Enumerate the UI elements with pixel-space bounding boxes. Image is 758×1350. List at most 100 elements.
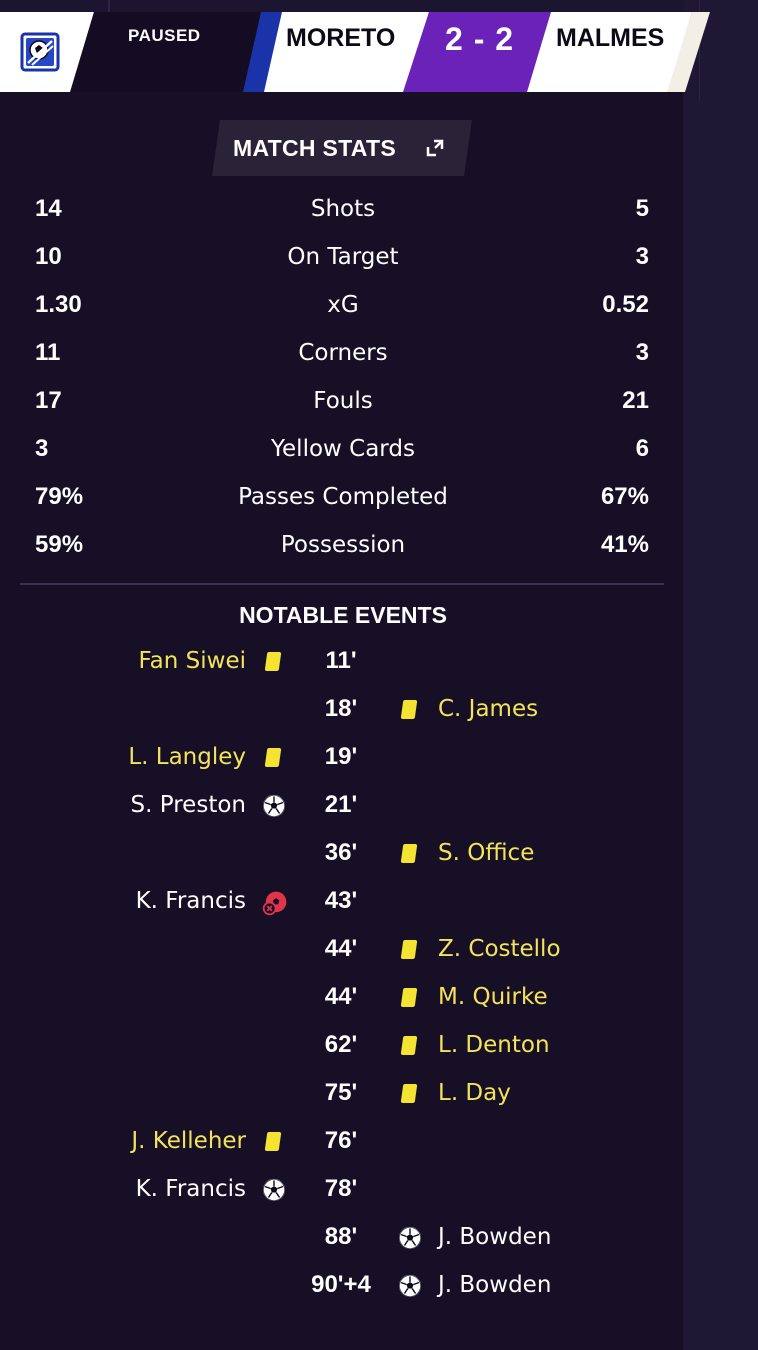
yellow-card-icon bbox=[398, 986, 422, 1010]
stat-home-value: 10 bbox=[35, 243, 62, 270]
stat-away-value: 3 bbox=[635, 243, 649, 270]
yellow-card-shape bbox=[400, 1036, 418, 1055]
stat-row: 14 Shots 5 bbox=[0, 194, 683, 242]
event-player-name[interactable]: C. James bbox=[438, 694, 538, 724]
event-player-name[interactable]: S. Office bbox=[438, 838, 534, 868]
stat-away-value: 5 bbox=[635, 195, 649, 222]
event-minute: 21' bbox=[324, 791, 358, 818]
expand-icon[interactable] bbox=[424, 137, 446, 159]
football-icon bbox=[262, 794, 286, 818]
stat-home-value: 14 bbox=[35, 195, 62, 222]
stat-away-value: 3 bbox=[635, 339, 649, 366]
yellow-card-shape bbox=[400, 700, 418, 719]
stat-label: Fouls bbox=[313, 388, 373, 414]
event-player-name[interactable]: L. Day bbox=[438, 1078, 511, 1108]
event-player-name[interactable]: K. Francis bbox=[136, 886, 246, 916]
yellow-card-icon bbox=[262, 1130, 286, 1154]
stat-label: Passes Completed bbox=[238, 484, 448, 510]
event-row: K. Francis 43' bbox=[0, 886, 683, 934]
stat-away-value: 41% bbox=[600, 531, 649, 558]
event-row: S. Office 36' bbox=[0, 838, 683, 886]
stat-home-value: 79% bbox=[35, 483, 84, 510]
stat-away-value: 0.52 bbox=[602, 291, 649, 318]
event-row: K. Francis 78' bbox=[0, 1174, 683, 1222]
event-minute: 19' bbox=[324, 743, 358, 770]
stat-row: 79% Passes Completed 67% bbox=[0, 482, 683, 530]
yellow-card-icon bbox=[398, 1082, 422, 1106]
stat-home-value: 11 bbox=[35, 339, 61, 366]
event-minute: 76' bbox=[324, 1127, 358, 1154]
event-player-name[interactable]: J. Bowden bbox=[438, 1222, 551, 1252]
stat-label: Corners bbox=[298, 340, 388, 366]
event-row: L. Denton 62' bbox=[0, 1030, 683, 1078]
match-status-area bbox=[70, 12, 270, 92]
event-player-name[interactable]: K. Francis bbox=[136, 1174, 246, 1204]
event-row: J. Kelleher 76' bbox=[0, 1126, 683, 1174]
yellow-card-icon bbox=[398, 842, 422, 866]
stat-row: 10 On Target 3 bbox=[0, 242, 683, 290]
event-row: L. Day 75' bbox=[0, 1078, 683, 1126]
yellow-card-icon bbox=[398, 938, 422, 962]
stat-row: 1.30 xG 0.52 bbox=[0, 290, 683, 338]
event-row: J. Bowden 90'+4 bbox=[0, 1270, 683, 1318]
notable-events-title: NOTABLE EVENTS bbox=[239, 602, 447, 628]
football-icon bbox=[262, 1178, 286, 1202]
stat-label: Yellow Cards bbox=[271, 436, 415, 462]
event-row: M. Quirke 44' bbox=[0, 982, 683, 1030]
stat-row: 11 Corners 3 bbox=[0, 338, 683, 386]
event-player-name[interactable]: J. Kelleher bbox=[131, 1126, 246, 1156]
home-team-name: MORETO bbox=[286, 24, 396, 52]
event-player-name[interactable]: M. Quirke bbox=[438, 982, 548, 1012]
event-minute: 88' bbox=[324, 1223, 358, 1250]
stat-away-value: 21 bbox=[622, 387, 649, 414]
yellow-card-icon bbox=[262, 650, 286, 674]
event-row: Fan Siwei 11' bbox=[0, 646, 683, 694]
section-divider bbox=[20, 583, 664, 585]
away-team-name: MALMES bbox=[556, 24, 665, 52]
event-row: S. Preston 21' bbox=[0, 790, 683, 838]
event-player-name[interactable]: L. Denton bbox=[438, 1030, 550, 1060]
event-minute: 18' bbox=[324, 695, 358, 722]
event-minute: 90'+4 bbox=[311, 1271, 371, 1298]
stat-home-value: 1.30 bbox=[35, 291, 82, 318]
stat-row: 59% Possession 41% bbox=[0, 530, 683, 578]
stat-label: Possession bbox=[280, 532, 406, 558]
missed-penalty-icon bbox=[262, 890, 287, 916]
stat-label: Shots bbox=[310, 196, 376, 222]
yellow-card-shape bbox=[400, 1084, 418, 1103]
event-row: L. Langley 19' bbox=[0, 742, 683, 790]
yellow-card-shape bbox=[264, 748, 282, 767]
yellow-card-icon bbox=[398, 698, 422, 722]
event-minute: 62' bbox=[324, 1031, 358, 1058]
event-minute: 36' bbox=[324, 839, 358, 866]
football-icon bbox=[398, 1226, 422, 1250]
match-status: PAUSED bbox=[128, 26, 201, 45]
event-row: J. Bowden 88' bbox=[0, 1222, 683, 1270]
stat-away-value: 6 bbox=[635, 435, 649, 462]
stat-home-value: 59% bbox=[35, 531, 84, 558]
event-player-name[interactable]: Z. Costello bbox=[438, 934, 561, 964]
event-player-name[interactable]: S. Preston bbox=[131, 790, 246, 820]
stat-label: On Target bbox=[287, 244, 399, 270]
event-minute: 75' bbox=[324, 1079, 358, 1106]
yellow-card-shape bbox=[264, 652, 282, 671]
yellow-card-shape bbox=[400, 844, 418, 863]
event-player-name[interactable]: Fan Siwei bbox=[139, 646, 246, 676]
event-row: C. James 18' bbox=[0, 694, 683, 742]
event-minute: 43' bbox=[324, 887, 358, 914]
top-divider bbox=[108, 0, 110, 12]
stat-row: 3 Yellow Cards 6 bbox=[0, 434, 683, 482]
event-player-name[interactable]: L. Langley bbox=[128, 742, 246, 772]
yellow-card-icon bbox=[262, 746, 286, 770]
score: 2 - 2 bbox=[445, 21, 515, 57]
event-player-name[interactable]: J. Bowden bbox=[438, 1270, 551, 1300]
yellow-card-shape bbox=[400, 988, 418, 1007]
stat-label: xG bbox=[327, 292, 359, 318]
stat-away-value: 67% bbox=[600, 483, 649, 510]
yellow-card-shape bbox=[400, 940, 418, 959]
stat-home-value: 17 bbox=[35, 387, 62, 414]
event-row: Z. Costello 44' bbox=[0, 934, 683, 982]
stat-home-value: 3 bbox=[35, 435, 49, 462]
fm-ball-logo-icon bbox=[20, 32, 60, 72]
background-right bbox=[683, 0, 758, 1350]
